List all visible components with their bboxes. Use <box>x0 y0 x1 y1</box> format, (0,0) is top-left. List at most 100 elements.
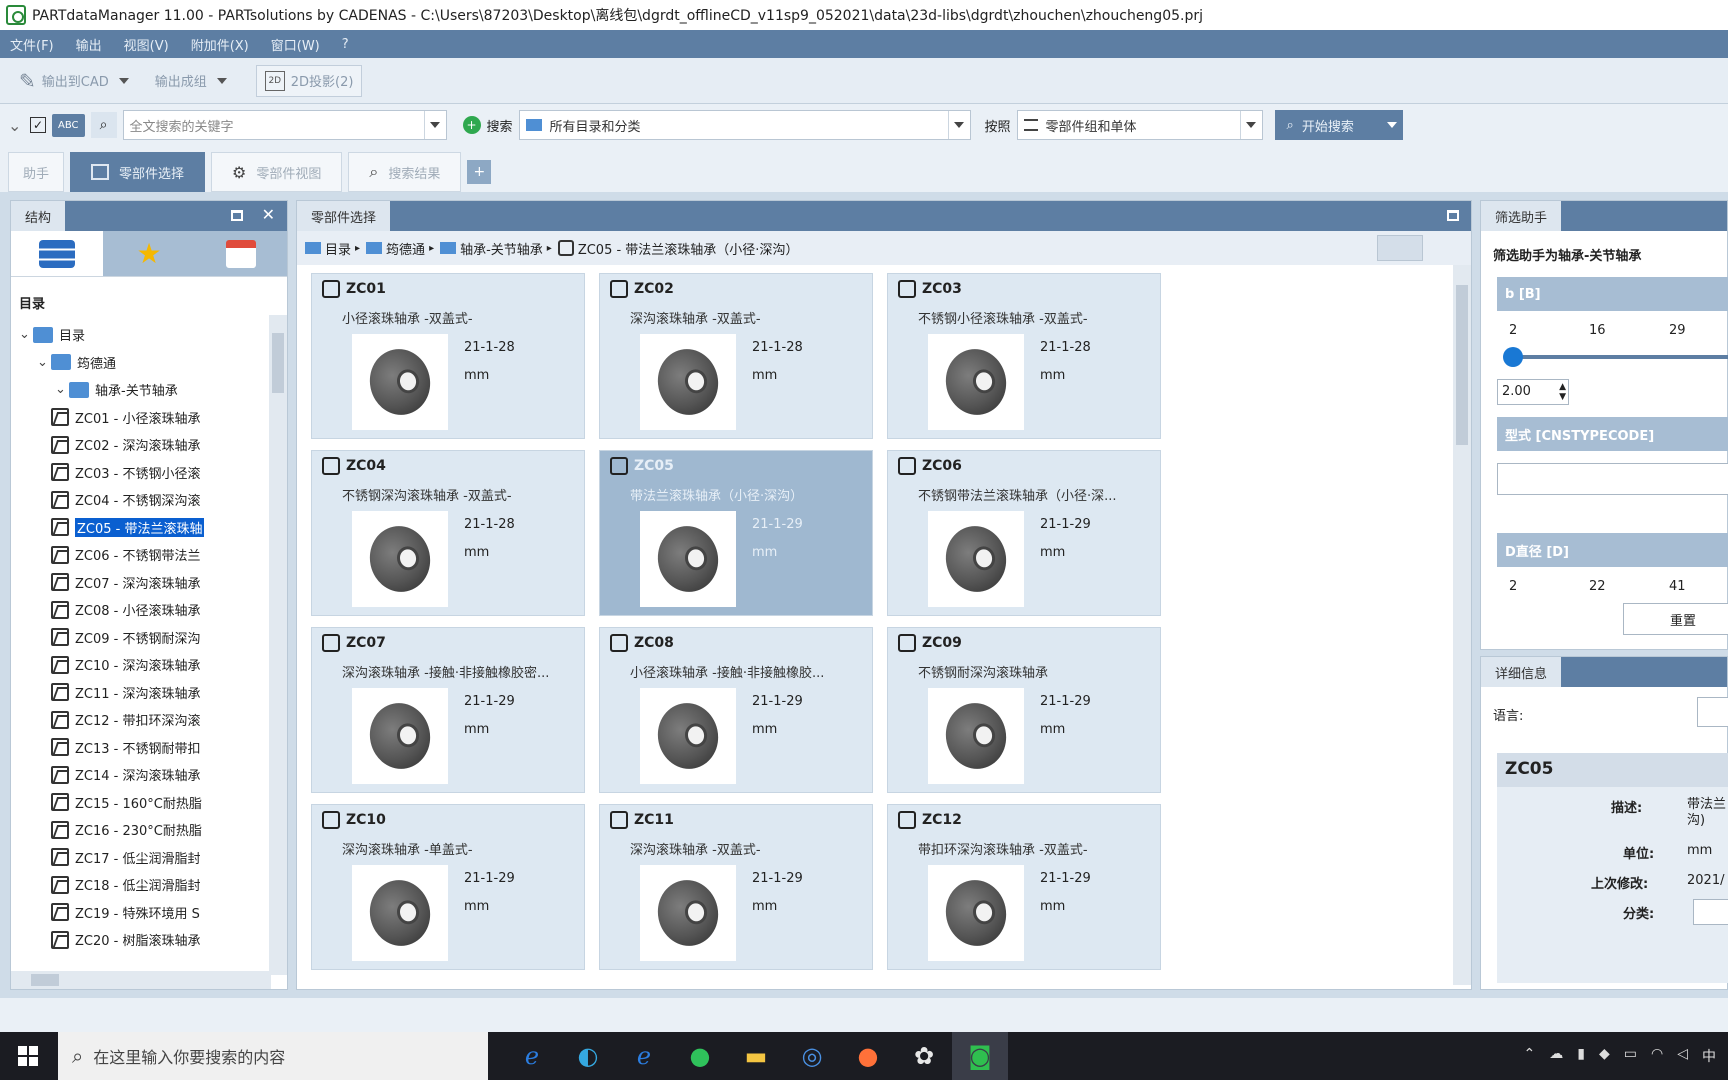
taskbar-search-box[interactable]: ⌕ 在这里输入你要搜索的内容 <box>58 1032 488 1080</box>
breadcrumb-item[interactable]: 筠德通 ▸ <box>366 239 434 258</box>
part-card[interactable]: ZC01 小径滚珠轴承 -双盖式- 21-1-28 mm <box>311 273 585 439</box>
part-thumbnail[interactable] <box>928 688 1024 784</box>
file-explorer-app[interactable]: ▬ <box>728 1032 784 1080</box>
spinner-arrows-icon[interactable]: ▲ ▼ <box>1559 382 1566 402</box>
chevron-down-icon[interactable] <box>947 111 970 139</box>
tree-item[interactable]: ZC01 - 小径滚珠轴承 <box>11 404 279 432</box>
tab-assistant[interactable]: 助手 <box>8 152 65 192</box>
tree-horizontal-scrollbar[interactable] <box>11 971 271 989</box>
part-selection-tab[interactable]: 零部件选择 <box>297 201 391 231</box>
part-card[interactable]: ZC12 带扣环深沟滚珠轴承 -双盖式- 21-1-29 mm <box>887 804 1161 970</box>
part-card[interactable]: ZC03 不锈钢小径滚珠轴承 -双盖式- 21-1-28 mm <box>887 273 1161 439</box>
abc-toggle[interactable]: ABC <box>52 113 85 137</box>
b-slider[interactable] <box>1503 347 1728 367</box>
chevron-down-icon[interactable] <box>1239 111 1262 139</box>
breadcrumb-item[interactable]: 目录 ▸ <box>305 239 360 258</box>
menu-help[interactable]: ? <box>342 37 349 52</box>
chevron-down-icon[interactable] <box>1386 122 1397 128</box>
maximize-icon[interactable] <box>1447 210 1459 221</box>
tree-item[interactable]: ZC16 - 230°C耐热脂 <box>11 816 279 844</box>
tree-item[interactable]: ⌄ 筠德通 <box>11 349 279 377</box>
keyword-input[interactable]: 全文搜索的关键字 <box>122 110 447 140</box>
part-thumbnail[interactable] <box>352 334 448 430</box>
slider-handle[interactable] <box>1503 347 1523 367</box>
part-card[interactable]: ZC09 不锈钢耐深沟滚珠轴承 21-1-29 mm <box>887 627 1161 793</box>
part-thumbnail[interactable] <box>352 511 448 607</box>
filter-tab[interactable]: 筛选助手 <box>1481 201 1562 231</box>
export-results-button[interactable]: 输出成组 <box>146 65 236 97</box>
tree-item[interactable]: ZC20 - 树脂滚珠轴承 <box>11 926 279 954</box>
chevron-up-icon[interactable]: ⌃ <box>1524 1046 1536 1066</box>
language-select[interactable] <box>1697 697 1728 727</box>
edge-app[interactable]: ◐ <box>560 1032 616 1080</box>
part-card[interactable]: ZC10 深沟滚珠轴承 -单盖式- 21-1-29 mm <box>311 804 585 970</box>
volume-icon[interactable]: ◁ <box>1677 1046 1688 1066</box>
tree-item[interactable]: ZC07 - 深沟滚珠轴承 <box>11 569 279 597</box>
tree-item[interactable]: ZC10 - 深沟滚珠轴承 <box>11 651 279 679</box>
tree-item[interactable]: ZC02 - 深沟滚珠轴承 <box>11 431 279 459</box>
part-thumbnail[interactable] <box>352 865 448 961</box>
go-icon[interactable]: + <box>462 116 481 134</box>
part-thumbnail[interactable] <box>928 865 1024 961</box>
menu-output[interactable]: 输出 <box>76 35 102 54</box>
tree-item[interactable]: ⌄ 轴承-关节轴承 <box>11 376 279 404</box>
settings-app[interactable]: ✿ <box>896 1032 952 1080</box>
part-card[interactable]: ZC07 深沟滚珠轴承 -接触·非接触橡胶密... 21-1-29 mm <box>311 627 585 793</box>
part-thumbnail[interactable] <box>640 511 736 607</box>
chevron-down-icon[interactable]: ⌄ <box>19 327 33 342</box>
ime-indicator[interactable]: 中 <box>1702 1046 1716 1066</box>
tree-item[interactable]: ZC17 - 低尘润滑脂封 <box>11 844 279 872</box>
type-input[interactable] <box>1497 463 1728 495</box>
part-card[interactable]: ZC08 小径滚珠轴承 -接触·非接触橡胶... 21-1-29 mm <box>599 627 873 793</box>
view-2d-button[interactable]: 2D 2D投影(2) <box>255 64 363 97</box>
expand-icon[interactable]: ⌄ <box>8 116 24 135</box>
start-search-button[interactable]: ⌕ 开始搜索 <box>1274 110 1403 140</box>
export-cad-button[interactable]: ✎ 输出到CAD <box>10 65 138 97</box>
usb-icon[interactable]: ▮ <box>1577 1046 1585 1066</box>
history-view-button[interactable] <box>195 231 287 276</box>
structure-tab[interactable]: 结构 <box>11 201 66 231</box>
ie-app[interactable]: ℯ <box>504 1032 560 1080</box>
tree-item[interactable]: ZC15 - 160°C耐热脂 <box>11 789 279 817</box>
chevron-down-icon[interactable] <box>118 77 129 84</box>
tree-item[interactable]: ⌄ 目录 <box>11 321 279 349</box>
part-card[interactable]: ZC02 深沟滚珠轴承 -双盖式- 21-1-28 mm <box>599 273 873 439</box>
catalog-view-button[interactable] <box>11 231 103 276</box>
part-thumbnail[interactable] <box>352 688 448 784</box>
part-thumbnail[interactable] <box>640 334 736 430</box>
menu-file[interactable]: 文件(F) <box>10 35 54 54</box>
part-card[interactable]: ZC04 不锈钢深沟滚珠轴承 -双盖式- 21-1-28 mm <box>311 450 585 616</box>
tree-item[interactable]: ZC05 - 带法兰滚珠轴 <box>11 514 279 542</box>
part-card[interactable]: ZC06 不锈钢带法兰滚珠轴承（小径·深... 21-1-29 mm <box>887 450 1161 616</box>
tree-item[interactable]: ZC14 - 深沟滚珠轴承 <box>11 761 279 789</box>
scrollbar-thumb[interactable] <box>31 974 59 986</box>
tab-part-selection[interactable]: 零部件选择 <box>70 152 206 192</box>
tree-vertical-scrollbar[interactable] <box>269 315 287 975</box>
part-thumbnail[interactable] <box>928 334 1024 430</box>
search-icon[interactable]: ⌕ <box>90 112 117 138</box>
ie-app-2[interactable]: ℯ <box>616 1032 672 1080</box>
tree-item[interactable]: ZC04 - 不锈钢深沟滚 <box>11 486 279 514</box>
view-mode-button[interactable] <box>1377 235 1423 261</box>
wifi-icon[interactable]: ◠ <box>1651 1046 1663 1066</box>
partdatamanager-app[interactable]: ◙ <box>952 1032 1008 1080</box>
battery-icon[interactable]: ▭ <box>1624 1046 1637 1066</box>
wechat-app[interactable]: ● <box>672 1032 728 1080</box>
checkbox-icon[interactable]: ✓ <box>30 117 46 133</box>
reset-button[interactable]: 重置 <box>1623 603 1728 635</box>
part-card[interactable]: ZC05 带法兰滚珠轴承（小径·深沟） 21-1-29 mm <box>599 450 873 616</box>
cloud-icon[interactable]: ☁ <box>1549 1046 1563 1066</box>
tree-item[interactable]: ZC13 - 不锈钢耐带扣 <box>11 734 279 762</box>
part-thumbnail[interactable] <box>640 688 736 784</box>
tree-item[interactable]: ZC12 - 带扣环深沟滚 <box>11 706 279 734</box>
class-input[interactable] <box>1693 899 1728 925</box>
chevron-down-icon[interactable]: ⌄ <box>55 382 69 397</box>
chevron-down-icon[interactable] <box>423 111 446 139</box>
b-value-spinner[interactable]: 2.00 ▲ ▼ <box>1497 379 1569 405</box>
detail-tab[interactable]: 详细信息 <box>1481 657 1562 687</box>
chevron-down-icon[interactable] <box>216 77 227 84</box>
part-thumbnail[interactable] <box>928 511 1024 607</box>
scope-select[interactable]: 所有目录和分类 <box>518 110 971 140</box>
mode-select[interactable]: 零部件组和单体 <box>1016 110 1263 140</box>
tree-item[interactable]: ZC09 - 不锈钢耐深沟 <box>11 624 279 652</box>
